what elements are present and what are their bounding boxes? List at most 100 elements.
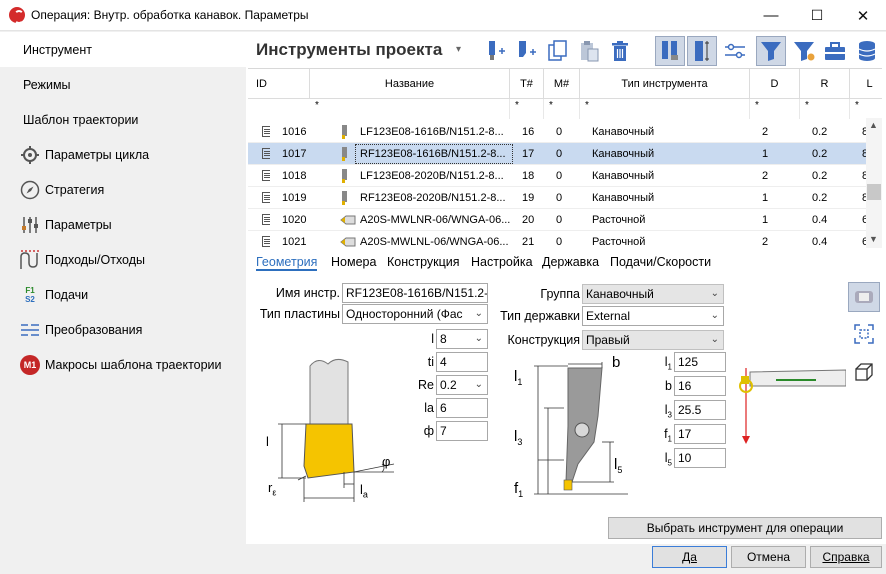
sidebar-item-modes[interactable]: Режимы — [0, 67, 246, 102]
tab-numbers[interactable]: Номера — [331, 255, 376, 269]
column-header-t[interactable]: T# — [510, 69, 544, 99]
minimize-button[interactable]: — — [748, 0, 794, 31]
cell-type: Канавочный — [592, 170, 655, 182]
tab-feeds-speeds[interactable]: Подачи/Скорости — [610, 255, 711, 269]
filter-cell-r[interactable]: * — [800, 99, 850, 119]
l1-field[interactable]: 125 — [674, 352, 726, 372]
table-row[interactable]: 1021 A20S-MWLNL-06/WNGA-06... 21 0 Расточной… — [248, 231, 868, 248]
row-menu-icon[interactable] — [256, 209, 270, 231]
column-header-m[interactable]: M# — [544, 69, 580, 99]
la-field[interactable]: 6 — [436, 398, 488, 418]
phi-field[interactable]: 7 — [436, 421, 488, 441]
holder-view-icon[interactable] — [848, 282, 880, 312]
sidebar-item-transforms[interactable]: Преобразования — [0, 312, 246, 347]
row-menu-icon[interactable] — [256, 143, 270, 165]
filter-cell-type[interactable]: * — [580, 99, 750, 119]
add-holder-icon[interactable] — [511, 36, 541, 66]
sliders-icon — [19, 214, 41, 236]
copy-icon[interactable] — [543, 36, 573, 66]
delete-icon[interactable] — [605, 36, 635, 66]
group-select[interactable]: Канавочный ⌄ — [582, 284, 724, 304]
chevron-down-icon: ⌄ — [474, 333, 483, 344]
re-label: Re — [418, 378, 434, 392]
l-select[interactable]: 8 ⌄ — [436, 329, 488, 349]
toolkit-icon[interactable] — [820, 36, 850, 66]
zoom-fit-icon[interactable] — [850, 320, 878, 348]
construction-value: Правый — [586, 333, 630, 347]
sidebar-item-approaches[interactable]: Подходы/Отходы — [0, 242, 246, 277]
holder-view-icon[interactable] — [687, 36, 717, 66]
table-row[interactable]: 1018 LF123E08-2020B/N151.2-8... 18 0 Канавоч… — [248, 165, 868, 187]
tab-setup[interactable]: Настройка — [471, 255, 533, 269]
sidebar-item-macros[interactable]: M1 Макросы шаблона траектории — [0, 347, 246, 382]
column-header-r[interactable]: R — [800, 69, 850, 99]
cell-d: 1 — [762, 148, 769, 160]
cell-t: 20 — [522, 214, 535, 226]
sidebar-item-strategy[interactable]: Стратегия — [0, 172, 246, 207]
maximize-button[interactable]: ☐ — [794, 0, 840, 31]
scroll-up-icon[interactable]: ▲ — [869, 120, 878, 130]
scroll-thumb[interactable] — [867, 184, 881, 200]
ti-field[interactable]: 4 — [436, 352, 488, 372]
filter-settings-icon[interactable] — [789, 36, 819, 66]
tool-name-field[interactable]: RF123E08-1616B/N151.2-8 — [342, 283, 488, 303]
tab-construction[interactable]: Конструкция — [387, 255, 460, 269]
cancel-button[interactable]: Отмена — [731, 546, 806, 568]
column-header-name[interactable]: Название — [310, 69, 510, 99]
l3-field[interactable]: 25.5 — [674, 400, 726, 420]
sidebar-item-parameters[interactable]: Параметры — [0, 207, 246, 242]
tab-holder[interactable]: Державка — [542, 255, 599, 269]
sidebar-item-path-template[interactable]: Шаблон траектории — [0, 102, 246, 137]
filter-cell-t[interactable]: * — [510, 99, 544, 119]
settings-sliders-icon[interactable] — [720, 36, 750, 66]
scroll-down-icon[interactable]: ▼ — [869, 234, 878, 244]
table-scrollbar[interactable]: ▲ ▼ — [866, 118, 882, 248]
sidebar-item-tool[interactable]: Инструмент — [0, 32, 246, 67]
column-header-l[interactable]: L — [850, 69, 882, 99]
plate-type-select[interactable]: Односторонний (Фас ⌄ — [342, 304, 488, 324]
sidebar-item-cycle-params[interactable]: Параметры цикла — [0, 137, 246, 172]
construction-select[interactable]: Правый ⌄ — [582, 330, 724, 350]
paste-icon[interactable] — [574, 36, 604, 66]
row-menu-icon[interactable] — [256, 187, 270, 209]
table-row[interactable]: 1019 RF123E08-2020B/N151.2-8... 19 0 Канавоч… — [248, 187, 868, 209]
table-row[interactable]: 1016 LF123E08-1616B/N151.2-8... 16 0 Канавоч… — [248, 121, 868, 143]
database-icon[interactable] — [852, 36, 882, 66]
f1-field[interactable]: 17 — [674, 424, 726, 444]
sidebar-item-label: Подачи — [45, 287, 89, 302]
project-tools-title[interactable]: Инструменты проекта — [256, 40, 442, 60]
holder-geometry-panel: Группа Канавочный ⌄ Тип державки External… — [494, 274, 734, 512]
re-select[interactable]: 0.2 ⌄ — [436, 375, 488, 395]
close-button[interactable]: ✕ — [840, 0, 886, 31]
b-field[interactable]: 16 — [674, 376, 726, 396]
ok-button[interactable]: Да — [652, 546, 727, 568]
cell-m: 0 — [556, 170, 563, 182]
table-row[interactable]: 1017 RF123E08-1616B/N151.2-8... 17 0 Канавоч… — [248, 143, 868, 165]
help-button[interactable]: Справка — [810, 546, 882, 568]
filter-icon[interactable] — [756, 36, 786, 66]
tool-view-icon[interactable] — [655, 36, 685, 66]
macro-icon: M1 — [19, 354, 41, 376]
sidebar-item-label: Подходы/Отходы — [45, 252, 146, 267]
select-tool-for-operation-button[interactable]: Выбрать инструмент для операции — [608, 517, 882, 539]
l5-field[interactable]: 10 — [674, 448, 726, 468]
cell-d: 2 — [762, 170, 769, 182]
chevron-down-icon[interactable]: ▾ — [456, 44, 461, 55]
filter-cell-name[interactable]: * — [310, 99, 510, 119]
holder-type-select[interactable]: External ⌄ — [582, 306, 724, 326]
row-menu-icon[interactable] — [256, 165, 270, 187]
column-header-d[interactable]: D — [750, 69, 800, 99]
filter-cell-l[interactable]: * — [850, 99, 882, 119]
sidebar-item-feeds[interactable]: F1 S2 Подачи — [0, 277, 246, 312]
filter-cell-m[interactable]: * — [544, 99, 580, 119]
row-menu-icon[interactable] — [256, 231, 270, 248]
tab-geometry[interactable]: Геометрия — [256, 255, 318, 271]
column-header-id[interactable]: ID — [248, 69, 310, 99]
column-header-tool-type[interactable]: Тип инструмента — [580, 69, 750, 99]
table-row[interactable]: 1020 A20S-MWLNR-06/WNGA-06... 20 0 Расточной… — [248, 209, 868, 231]
filter-cell-d[interactable]: * — [750, 99, 800, 119]
iso-view-icon[interactable] — [850, 358, 878, 386]
chevron-down-icon: ⌄ — [710, 310, 719, 321]
row-menu-icon[interactable] — [256, 121, 270, 143]
add-tool-icon[interactable] — [479, 36, 509, 66]
